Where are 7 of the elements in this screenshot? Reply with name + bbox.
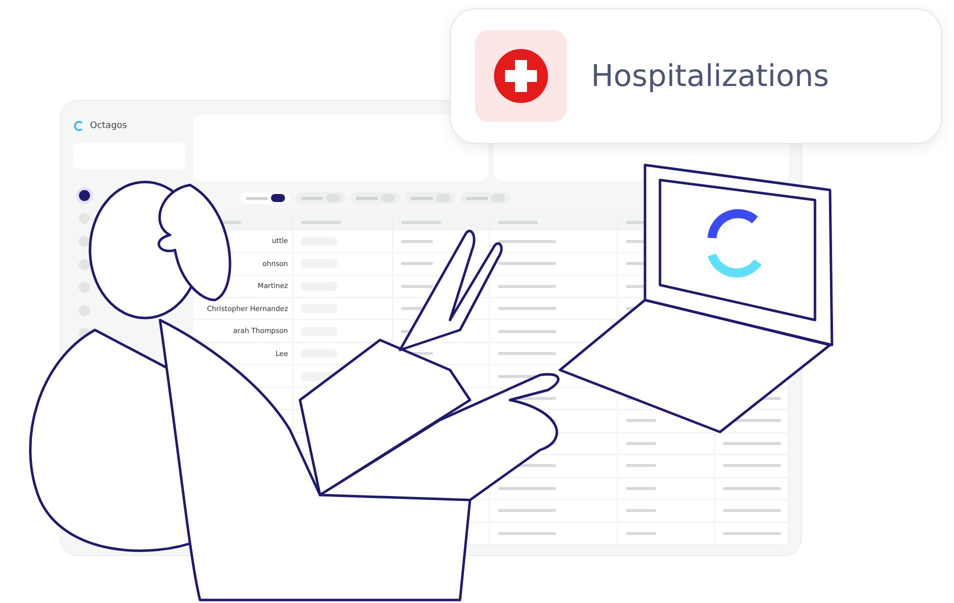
filter-pill[interactable] xyxy=(241,192,290,204)
medical-cross-icon xyxy=(475,30,567,122)
app-name: Octagos xyxy=(90,121,127,131)
sidebar-item[interactable] xyxy=(79,190,90,201)
card-title: Hospitalizations xyxy=(591,58,829,94)
logo-icon xyxy=(73,120,85,132)
sidebar-item[interactable] xyxy=(79,236,90,247)
